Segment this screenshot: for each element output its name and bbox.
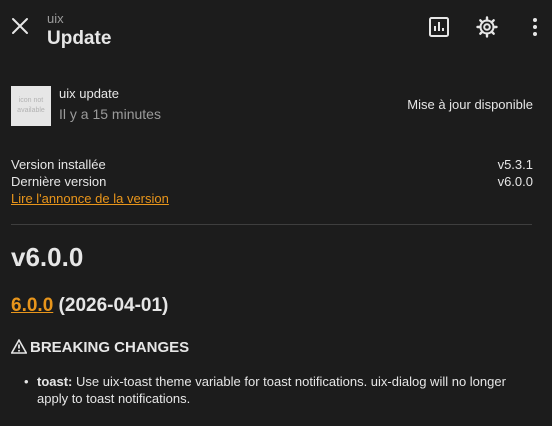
warning-icon <box>10 339 28 354</box>
more-vertical-icon[interactable] <box>523 15 547 39</box>
list-item-key: toast: <box>37 374 73 389</box>
changelog-release-link[interactable]: 6.0.0 <box>11 295 53 316</box>
bullet-icon: • <box>24 374 29 389</box>
installed-version-value: v5.3.1 <box>497 157 533 172</box>
latest-version-label: Dernière version <box>11 174 107 189</box>
installed-version-row: Version installée v5.3.1 <box>11 157 533 172</box>
entity-state: Mise à jour disponible <box>407 97 533 112</box>
chart-icon[interactable] <box>427 15 451 39</box>
entity-last-changed: Il y a 15 minutes <box>59 106 161 122</box>
list-item: • toast: Use uix-toast theme variable fo… <box>24 373 527 407</box>
close-icon[interactable] <box>8 14 32 38</box>
latest-version-value: v6.0.0 <box>497 174 533 189</box>
entity-icon-placeholder: icon not available <box>11 86 51 126</box>
changelog-release-heading: 6.0.0 (2026-04-01) <box>11 295 168 317</box>
entity-name: uix update <box>59 86 119 101</box>
breaking-changes-heading: BREAKING CHANGES <box>10 339 190 356</box>
list-item-text: Use uix-toast theme variable for toast n… <box>37 374 506 406</box>
gear-icon[interactable] <box>475 15 499 39</box>
dialog-subtitle: uix <box>47 11 64 26</box>
divider <box>11 224 532 225</box>
latest-version-row: Dernière version v6.0.0 <box>11 174 533 189</box>
release-notes-row: Lire l'annonce de la version <box>11 191 533 206</box>
more-info-dialog: uix Update icon not available uix update… <box>0 0 552 426</box>
release-announcement-link[interactable]: Lire l'annonce de la version <box>11 191 169 206</box>
installed-version-label: Version installée <box>11 157 106 172</box>
changelog-release-date: (2026-04-01) <box>53 295 169 316</box>
changelog-version-heading: v6.0.0 <box>11 242 84 272</box>
dialog-header: uix Update <box>0 0 552 60</box>
dialog-title: Update <box>47 28 112 49</box>
breaking-changes-title: BREAKING CHANGES <box>30 339 190 356</box>
